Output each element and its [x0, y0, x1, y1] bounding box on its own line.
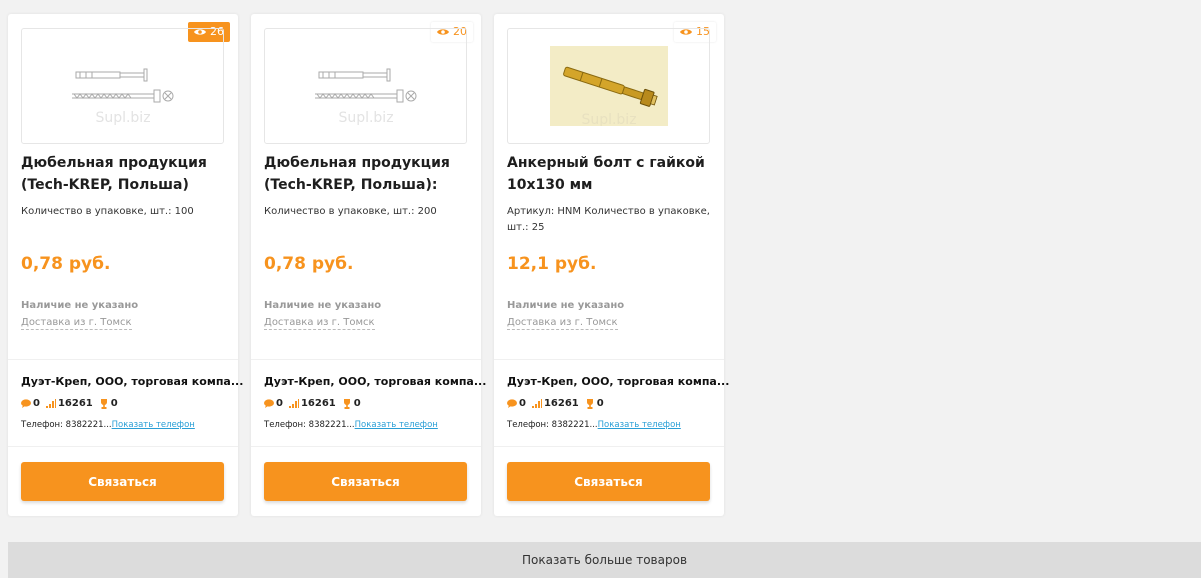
phone-line: Телефон: 8382221...Показать телефон — [21, 420, 195, 430]
awards-count: 0 — [353, 398, 361, 409]
divider — [8, 359, 238, 360]
product-title[interactable]: Дюбельная продукция (Tech-KREP, Польша): — [264, 152, 469, 196]
signal-bars-icon — [45, 399, 56, 408]
trophy-icon — [586, 398, 593, 409]
product-title[interactable]: Анкерный болт с гайкой 10х130 мм — [507, 152, 712, 196]
product-description: Артикул: HNM Количество в упаковке, шт.:… — [507, 206, 710, 233]
dowel-image: Supl.biz — [71, 68, 173, 126]
comments-stat: 0 — [507, 398, 526, 409]
comments-count: 0 — [276, 398, 283, 409]
rating-stat: 16261 — [45, 398, 93, 409]
availability-status: Наличие не указано — [264, 300, 382, 311]
phone-number: Телефон: 8382221... — [507, 420, 598, 430]
rating-stat: 16261 — [288, 398, 336, 409]
awards-count: 0 — [110, 398, 118, 409]
comments-stat: 0 — [264, 398, 283, 409]
trophy-icon — [100, 398, 107, 409]
divider — [251, 446, 481, 447]
product-title[interactable]: Дюбельная продукция (Tech-KREP, Польша) — [21, 152, 226, 196]
show-more-products-button[interactable]: Показать больше товаров — [8, 542, 1201, 578]
phone-number: Телефон: 8382221... — [21, 420, 112, 430]
divider — [494, 359, 724, 360]
comments-count: 0 — [519, 398, 526, 409]
product-price: 0,78 руб. — [264, 254, 354, 274]
anchor-bolt-image: Supl.biz — [562, 66, 658, 126]
product-card[interactable]: 15 Supl.biz Анкерный болт с гайкой 10х13… — [494, 14, 729, 516]
product-image[interactable]: Supl.biz — [507, 28, 710, 144]
seller-stats: 0 16261 0 — [264, 398, 361, 409]
availability-status: Наличие не указано — [507, 300, 625, 311]
contact-button[interactable]: Связаться — [264, 462, 467, 501]
dowel-image: Supl.biz — [314, 68, 416, 126]
phone-line: Телефон: 8382221...Показать телефон — [264, 420, 438, 430]
availability-status: Наличие не указано — [21, 300, 139, 311]
phone-line: Телефон: 8382221...Показать телефон — [507, 420, 681, 430]
contact-button[interactable]: Связаться — [21, 462, 224, 501]
watermark: Supl.biz — [338, 110, 393, 126]
seller-stats: 0 16261 0 — [507, 398, 604, 409]
delivery-city[interactable]: Доставка из г. Томск — [21, 316, 132, 330]
show-phone-link[interactable]: Показать телефон — [598, 420, 681, 430]
comment-icon — [507, 399, 517, 408]
seller-name[interactable]: Дуэт-Креп, ООО, торговая компа... — [507, 375, 729, 388]
awards-stat: 0 — [99, 398, 118, 409]
rating-stat: 16261 — [531, 398, 579, 409]
watermark: Supl.biz — [95, 110, 150, 126]
comment-icon — [21, 399, 31, 408]
trophy-icon — [343, 398, 350, 409]
seller-stats: 0 16261 0 — [21, 398, 118, 409]
contact-button[interactable]: Связаться — [507, 462, 710, 501]
product-price: 0,78 руб. — [21, 254, 111, 274]
show-phone-link[interactable]: Показать телефон — [112, 420, 195, 430]
comments-stat: 0 — [21, 398, 40, 409]
product-price: 12,1 руб. — [507, 254, 597, 274]
rating-count: 16261 — [57, 398, 93, 409]
awards-stat: 0 — [342, 398, 361, 409]
divider — [251, 359, 481, 360]
delivery-city[interactable]: Доставка из г. Томск — [507, 316, 618, 330]
divider — [494, 446, 724, 447]
product-description: Количество в упаковке, шт.: 200 — [264, 206, 437, 217]
phone-number: Телефон: 8382221... — [264, 420, 355, 430]
show-phone-link[interactable]: Показать телефон — [355, 420, 438, 430]
product-image[interactable]: Supl.biz — [264, 28, 467, 144]
product-card[interactable]: 26 Supl.biz Дюбельная продукция (Tech-KR… — [8, 14, 243, 516]
signal-bars-icon — [531, 399, 542, 408]
delivery-city[interactable]: Доставка из г. Томск — [264, 316, 375, 330]
awards-count: 0 — [596, 398, 604, 409]
comments-count: 0 — [33, 398, 40, 409]
product-image[interactable]: Supl.biz — [21, 28, 224, 144]
product-description: Количество в упаковке, шт.: 100 — [21, 206, 194, 217]
product-grid: 26 Supl.biz Дюбельная продукция (Tech-KR… — [8, 14, 729, 516]
comment-icon — [264, 399, 274, 408]
rating-count: 16261 — [300, 398, 336, 409]
awards-stat: 0 — [585, 398, 604, 409]
signal-bars-icon — [288, 399, 299, 408]
rating-count: 16261 — [543, 398, 579, 409]
divider — [8, 446, 238, 447]
seller-name[interactable]: Дуэт-Креп, ООО, торговая компа... — [21, 375, 243, 388]
product-card[interactable]: 20 Supl.biz Дюбельная продукция (Tech-KR… — [251, 14, 486, 516]
seller-name[interactable]: Дуэт-Креп, ООО, торговая компа... — [264, 375, 486, 388]
watermark: Supl.biz — [581, 112, 636, 126]
